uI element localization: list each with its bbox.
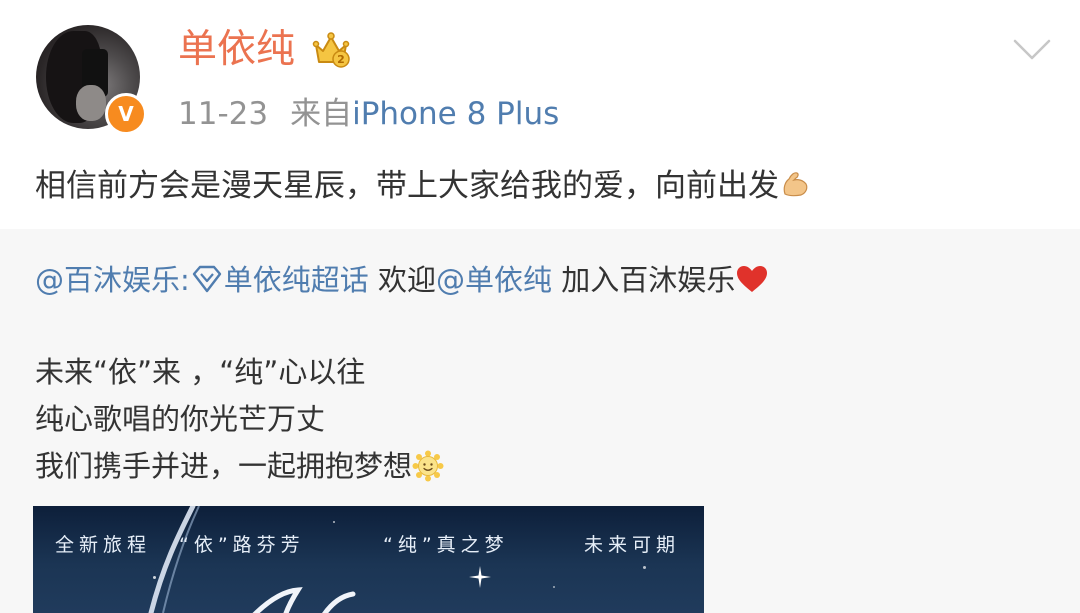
post-body: 相信前方会是漫天星辰，带上大家给我的爱，向前出发 bbox=[35, 168, 779, 204]
username[interactable]: 单依纯 bbox=[178, 26, 295, 74]
welcome-text: 欢迎 bbox=[368, 263, 437, 297]
image-text-2: “依”路芬芳 bbox=[179, 534, 305, 556]
sparkle-icon bbox=[469, 566, 491, 588]
separator: : bbox=[180, 263, 190, 297]
verified-badge-icon: V bbox=[105, 93, 147, 135]
author-mention-link[interactable]: @百沐娱乐 bbox=[35, 263, 180, 297]
smiling-sun-icon bbox=[412, 450, 444, 482]
image-text-1: 全新旅程 bbox=[55, 534, 152, 556]
repost-line-2: 纯心歌唱的你光芒万丈 bbox=[35, 402, 326, 436]
topic-link[interactable]: 单依纯超话 bbox=[224, 263, 369, 297]
repost-card[interactable]: @百沐娱乐: 单依纯超话 欢迎@单依纯 加入百沐娱乐 未来“依”来 ，“纯”心以… bbox=[0, 229, 1080, 613]
calligraphy-stroke bbox=[252, 587, 356, 613]
repost-line-3-text: 我们携手并进，一起拥抱梦想 bbox=[35, 449, 413, 483]
image-text-4: 未来可期 bbox=[584, 534, 681, 556]
repost-line-1: 未来“依”来 ，“纯”心以往 bbox=[35, 355, 366, 389]
image-text-3: “纯”真之梦 bbox=[383, 534, 509, 556]
user-mention-link[interactable]: @单依纯 bbox=[436, 263, 552, 297]
post-date: 11-23 bbox=[178, 96, 269, 132]
flexed-biceps-icon bbox=[783, 172, 808, 197]
red-heart-icon bbox=[737, 266, 768, 292]
post-meta: 11-23 来自iPhone 8 Plus bbox=[178, 94, 559, 134]
vip-crown-icon[interactable]: 2 bbox=[311, 29, 351, 69]
join-text: 加入百沐娱乐 bbox=[552, 263, 736, 297]
source-device-link[interactable]: iPhone 8 Plus bbox=[352, 96, 559, 132]
chevron-down-icon[interactable] bbox=[1012, 36, 1052, 62]
repost-line-3: 我们携手并进，一起拥抱梦想 bbox=[35, 443, 444, 490]
repost-header-line: @百沐娱乐: 单依纯超话 欢迎@单依纯 加入百沐娱乐 bbox=[35, 259, 769, 301]
diamond-topic-icon bbox=[192, 265, 221, 293]
light-streak bbox=[148, 506, 200, 613]
svg-text:2: 2 bbox=[337, 53, 345, 66]
post-text: 相信前方会是漫天星辰，带上大家给我的爱，向前出发 bbox=[35, 164, 811, 208]
source-prefix: 来自 bbox=[290, 96, 353, 132]
avatar[interactable]: V bbox=[36, 25, 147, 135]
repost-body: 未来“依”来 ，“纯”心以往 纯心歌唱的你光芒万丈 我们携手并进，一起拥抱梦想 bbox=[35, 349, 444, 490]
repost-image[interactable]: 全新旅程 “依”路芬芳 “纯”真之梦 未来可期 bbox=[33, 506, 704, 613]
